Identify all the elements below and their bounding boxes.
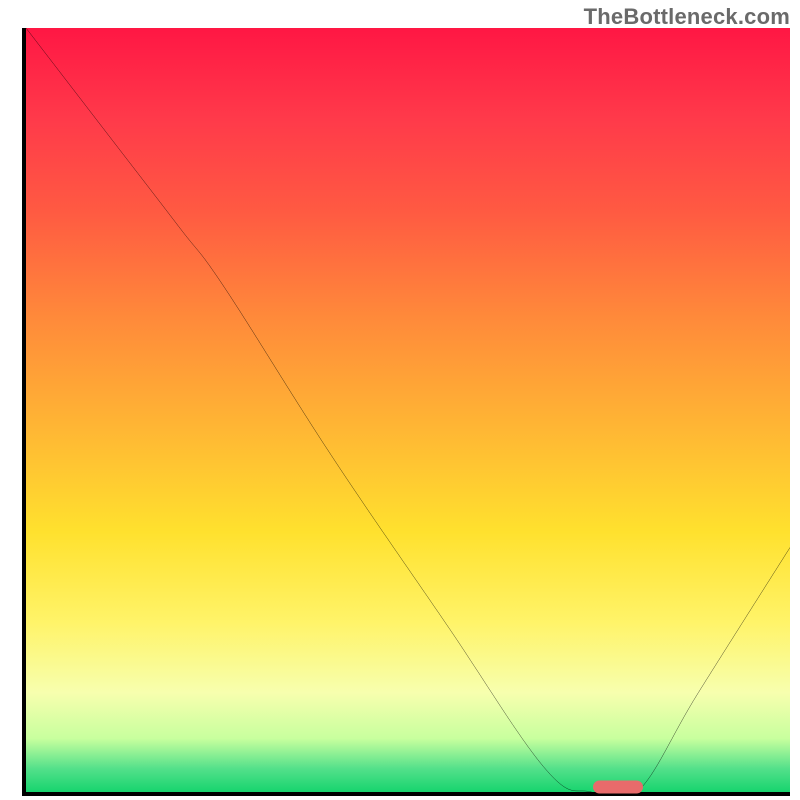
optimal-marker [593,781,643,794]
chart-frame: TheBottleneck.com [0,0,800,800]
plot-area [22,28,790,796]
background-gradient [26,28,790,792]
watermark-label: TheBottleneck.com [584,4,790,30]
